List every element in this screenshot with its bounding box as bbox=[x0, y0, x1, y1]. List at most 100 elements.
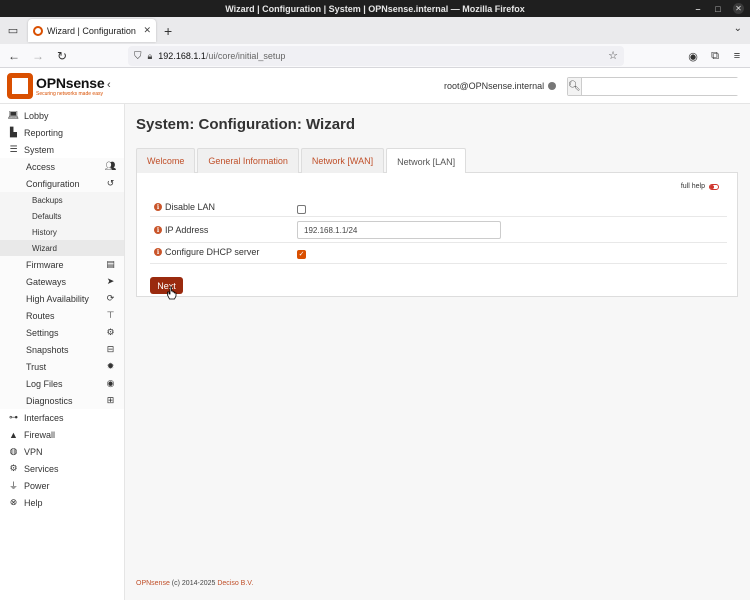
search-icon[interactable]: 🔍︎ bbox=[568, 78, 582, 95]
sidebar-item-label: Access bbox=[26, 161, 56, 172]
configure-dhcp-label-wrap: i Configure DHCP server bbox=[154, 247, 259, 257]
configure-dhcp-checkbox[interactable]: ✓ bbox=[297, 250, 306, 259]
extensions-icon[interactable]: ⧉ bbox=[708, 50, 722, 63]
menu-icon[interactable]: ≡ bbox=[730, 50, 744, 62]
sidebar-item-power[interactable]: ⏚ Power bbox=[0, 477, 124, 494]
full-help-label: full help bbox=[680, 183, 705, 190]
footer-text: (c) 2014-2025 bbox=[169, 580, 218, 587]
minimize-icon[interactable]: – bbox=[693, 4, 703, 14]
browser-tab[interactable]: Wizard | Configuration | Sys ✕ bbox=[28, 19, 156, 42]
refresh-icon: ⟳ bbox=[106, 293, 115, 303]
account-icon[interactable]: ◉ bbox=[686, 50, 700, 63]
configure-dhcp-label: Configure DHCP server bbox=[165, 247, 260, 257]
ip-address-input[interactable]: 192.168.1.1/24 bbox=[297, 221, 501, 239]
laptop-icon: 💻︎ bbox=[7, 110, 20, 120]
sidebar-item-label: Settings bbox=[26, 327, 59, 338]
sidebar-item-diagnostics[interactable]: Diagnostics ⊞ bbox=[0, 392, 124, 409]
collapse-sidebar-icon[interactable]: ‹ bbox=[107, 79, 111, 91]
wizard-tabs: Welcome General Information Network [WAN… bbox=[136, 148, 738, 174]
sidebar-item-log-files[interactable]: Log Files ◉ bbox=[0, 375, 124, 392]
shield-icon[interactable]: ⛉ bbox=[134, 51, 142, 62]
sidebar-item-label: Help bbox=[24, 497, 43, 508]
history-icon: ↺ bbox=[106, 178, 115, 188]
info-icon[interactable]: i bbox=[154, 203, 162, 211]
plug-icon: ⏚ bbox=[8, 481, 18, 491]
disable-lan-checkbox[interactable] bbox=[297, 205, 306, 214]
sidebar-item-vpn[interactable]: ◍ VPN bbox=[0, 443, 124, 460]
reload-icon[interactable]: ↻ bbox=[52, 46, 72, 66]
toggle-off-icon[interactable] bbox=[709, 183, 719, 190]
sidebar-item-help[interactable]: ⊗ Help bbox=[0, 494, 124, 511]
cogs-icon: ⚙ bbox=[106, 327, 115, 337]
window-title: Wizard | Configuration | System | OPNsen… bbox=[225, 3, 525, 14]
sidebar-item-high-availability[interactable]: High Availability ⟳ bbox=[0, 290, 124, 307]
sidebar-item-label: Firmware bbox=[26, 259, 64, 270]
back-icon[interactable]: ← bbox=[4, 46, 24, 66]
bookmark-star-icon[interactable]: ☆ bbox=[608, 49, 618, 62]
new-tab-icon[interactable]: + bbox=[164, 23, 172, 39]
sidebar-item-gateways[interactable]: Gateways ➤ bbox=[0, 273, 124, 290]
top-header: OPNsense Securing networks made easy ‹ r… bbox=[0, 68, 750, 104]
lan-settings-panel: full help i Disable LAN i IP Address 192… bbox=[136, 173, 738, 300]
forward-icon[interactable]: → bbox=[28, 46, 48, 66]
sidebar-item-firewall[interactable]: ▲ Firewall bbox=[0, 426, 124, 443]
maximize-icon[interactable]: □ bbox=[713, 4, 723, 14]
footer-company-link[interactable]: Deciso B.V. bbox=[217, 580, 253, 587]
certificate-icon: ✹ bbox=[106, 361, 115, 371]
tab-network-lan[interactable]: Network [LAN] bbox=[386, 148, 467, 174]
sidebar-item-services[interactable]: ⚙ Services bbox=[0, 460, 124, 477]
sidebar-item-configuration[interactable]: Configuration ↺ bbox=[0, 175, 124, 192]
ip-address-label: IP Address bbox=[165, 225, 209, 235]
sidebar-item-label: Trust bbox=[26, 361, 47, 372]
sidebar-item-label: System bbox=[24, 144, 55, 155]
sidebar-item-system[interactable]: ☰ System bbox=[0, 141, 124, 158]
url-text: 192.168.1.1/ui/core/initial_setup bbox=[158, 51, 286, 61]
lock-icon[interactable]: 🔒︎ bbox=[148, 51, 153, 62]
sidebar-item-routes[interactable]: Routes ⊤ bbox=[0, 307, 124, 324]
list-all-tabs-icon[interactable]: ⌄ bbox=[734, 23, 742, 34]
sidebar-item-firmware[interactable]: Firmware ▤ bbox=[0, 256, 124, 273]
info-icon[interactable]: i bbox=[154, 226, 162, 234]
sidebar-item-label: Diagnostics bbox=[26, 395, 73, 406]
sidebar-item-interfaces[interactable]: ⊶ Interfaces bbox=[0, 409, 124, 426]
sidebar-item-access[interactable]: Access 👥︎ bbox=[0, 158, 124, 175]
sidebar-item-label: Power bbox=[24, 480, 50, 491]
sidebar: 💻︎ Lobby ▙ Reporting ☰ System Access 👥︎ … bbox=[0, 104, 125, 600]
eye-icon: ◉ bbox=[106, 378, 115, 388]
sidebar-item-backups[interactable]: Backups bbox=[0, 192, 124, 208]
sidebar-item-wizard[interactable]: Wizard bbox=[0, 240, 124, 256]
server-icon: ☰ bbox=[9, 144, 18, 154]
sidebar-item-trust[interactable]: Trust ✹ bbox=[0, 358, 124, 375]
sidebar-item-label: Routes bbox=[26, 310, 55, 321]
sidebar-item-label: Services bbox=[24, 463, 59, 474]
tab-welcome[interactable]: Welcome bbox=[136, 148, 196, 173]
cog-icon: ⚙ bbox=[9, 463, 18, 473]
sidebar-item-defaults[interactable]: Defaults bbox=[0, 208, 124, 224]
info-icon[interactable]: i bbox=[154, 248, 162, 256]
footer-brand-link[interactable]: OPNsense bbox=[136, 580, 170, 587]
sidebar-item-snapshots[interactable]: Snapshots ⊟ bbox=[0, 341, 124, 358]
sidebar-item-reporting[interactable]: ▙ Reporting bbox=[0, 124, 124, 141]
full-help-toggle[interactable]: full help bbox=[681, 183, 719, 190]
page-title: System: Configuration: Wizard bbox=[136, 116, 356, 133]
sidebar-item-lobby[interactable]: 💻︎ Lobby bbox=[0, 107, 124, 124]
sidebar-item-history[interactable]: History bbox=[0, 224, 124, 240]
map-signs-icon: ⊤ bbox=[106, 310, 115, 320]
opnsense-page: OPNsense Securing networks made easy ‹ r… bbox=[0, 68, 750, 600]
tab-list-icon[interactable]: ▭ bbox=[2, 20, 24, 42]
opnsense-logo[interactable]: OPNsense Securing networks made easy bbox=[7, 73, 105, 99]
ip-address-label-wrap: i IP Address bbox=[154, 225, 208, 235]
tab-network-wan[interactable]: Network [WAN] bbox=[300, 148, 385, 173]
ip-address-row: i IP Address 192.168.1.1/24 bbox=[150, 217, 727, 243]
search-input[interactable] bbox=[581, 78, 750, 95]
footer: OPNsense (c) 2014-2025 Deciso B.V. bbox=[136, 580, 253, 587]
disable-lan-row: i Disable LAN bbox=[150, 199, 727, 217]
url-bar[interactable]: ⛉ 🔒︎ 192.168.1.1/ui/core/initial_setup ☆ bbox=[128, 46, 624, 66]
tab-close-icon[interactable]: ✕ bbox=[143, 25, 151, 36]
sidebar-item-label: History bbox=[32, 227, 57, 237]
close-icon[interactable]: ✕ bbox=[733, 3, 744, 14]
user-menu[interactable]: root@OPNsense.internal bbox=[444, 81, 544, 91]
tab-general-information[interactable]: General Information bbox=[197, 148, 299, 173]
sidebar-item-settings[interactable]: Settings ⚙ bbox=[0, 324, 124, 341]
system-status-icon[interactable] bbox=[548, 82, 556, 90]
